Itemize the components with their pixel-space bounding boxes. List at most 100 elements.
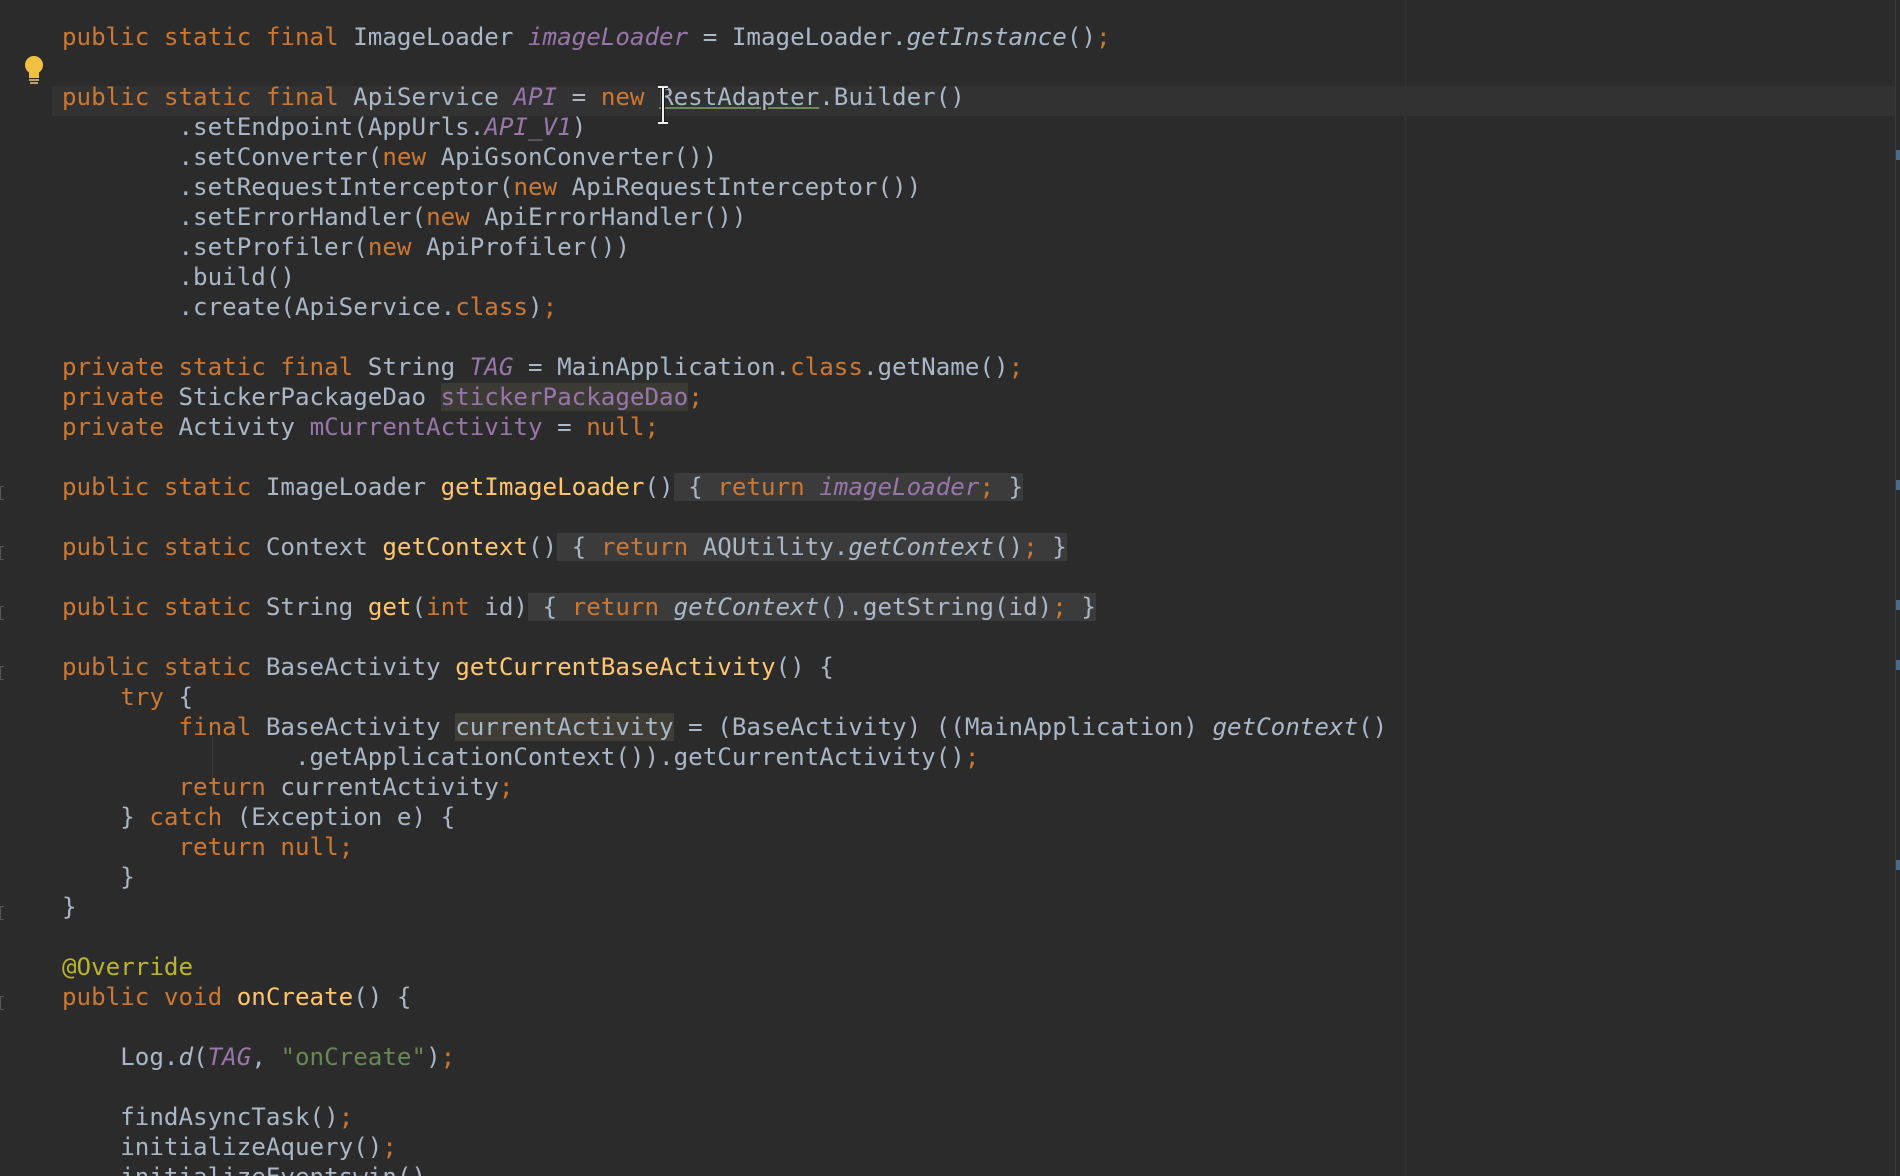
code-line-empty[interactable] [62, 622, 1402, 652]
fold-marker[interactable] [0, 906, 4, 920]
code-text: , [251, 1043, 281, 1071]
keyword: public static final [62, 23, 339, 51]
keyword: int [426, 593, 470, 621]
code-line[interactable]: final BaseActivity currentActivity = (Ba… [62, 712, 1402, 742]
code-text: () [994, 533, 1024, 561]
code-line[interactable]: return null; [62, 832, 1402, 862]
keyword: new [367, 233, 412, 261]
code-line[interactable]: return currentActivity; [62, 772, 1402, 802]
code-line[interactable]: .build() [62, 262, 1402, 292]
code-line[interactable]: .setProfiler(new ApiProfiler()) [62, 232, 1402, 262]
code-line[interactable]: public static final ImageLoader imageLoa… [62, 22, 1402, 52]
local-variable-highlight[interactable]: currentActivity [455, 713, 674, 741]
code-line-empty[interactable] [62, 322, 1402, 352]
code-text: ) [528, 293, 543, 321]
folded-brace[interactable]: { [528, 593, 572, 621]
code-line[interactable]: private static final String TAG = MainAp… [62, 352, 1402, 382]
code-line-empty[interactable] [62, 442, 1402, 472]
code-line[interactable]: .getApplicationContext()).getCurrentActi… [62, 742, 1402, 772]
static-field: API [513, 83, 558, 111]
scrollbar-marker[interactable] [1896, 860, 1900, 870]
unused-field-highlight[interactable]: stickerPackageDao [440, 383, 689, 411]
folded-brace[interactable]: { [557, 533, 601, 561]
scrollbar-marker[interactable] [1896, 600, 1900, 610]
folded-brace[interactable]: } [1037, 533, 1067, 561]
code-line-partial[interactable]: initializeEventswin() [62, 1162, 1402, 1176]
code-text: ( [411, 593, 427, 621]
code-text [804, 473, 820, 501]
code-line-empty[interactable] [62, 1012, 1402, 1042]
keyword: public static [62, 533, 252, 561]
folded-brace[interactable]: { [673, 473, 718, 501]
static-method-call: d [178, 1043, 194, 1071]
code-line[interactable]: findAsyncTask(); [62, 1102, 1402, 1132]
type-name: BaseActivity [251, 713, 456, 741]
static-field: TAG [469, 353, 514, 381]
vertical-scrollbar[interactable] [1895, 0, 1900, 1176]
folded-brace[interactable]: } [1066, 593, 1096, 621]
keyword: catch [149, 803, 223, 831]
fold-marker[interactable] [0, 666, 4, 680]
code-text [659, 593, 674, 621]
code-editor[interactable]: public static final ImageLoader imageLoa… [0, 0, 1900, 1176]
keyword: final [178, 713, 252, 741]
code-line[interactable]: .setErrorHandler(new ApiErrorHandler()) [62, 202, 1402, 232]
method-name: getImageLoader [440, 473, 645, 501]
code-line[interactable]: @Override [62, 952, 1402, 982]
code-line[interactable]: public void onCreate() { [62, 982, 1402, 1012]
keyword: public static final [62, 83, 339, 111]
code-line-current[interactable]: public static final ApiService API = new… [62, 82, 1402, 112]
code-line[interactable]: public static ImageLoader getImageLoader… [62, 472, 1402, 502]
type-name: BaseActivity [251, 653, 456, 681]
code-line[interactable]: .setConverter(new ApiGsonConverter()) [62, 142, 1402, 172]
folded-brace[interactable]: } [994, 473, 1024, 501]
code-text: initializeAquery() [62, 1133, 383, 1161]
code-line-empty[interactable] [62, 1072, 1402, 1102]
code-line[interactable]: initializeAquery(); [62, 1132, 1402, 1162]
code-line[interactable]: public static BaseActivity getCurrentBas… [62, 652, 1402, 682]
type-name: ImageLoader [338, 23, 528, 51]
scrollbar-marker[interactable] [1896, 660, 1900, 670]
code-line[interactable]: .setRequestInterceptor(new ApiRequestInt… [62, 172, 1402, 202]
code-area[interactable]: public static final ImageLoader imageLoa… [62, 22, 1402, 1176]
keyword: new [513, 173, 558, 201]
semicolon: ; [338, 833, 354, 861]
scrollbar-marker[interactable] [1896, 150, 1900, 160]
code-line[interactable]: public static String get(int id) { retur… [62, 592, 1402, 622]
code-text: .getName() [862, 353, 1009, 381]
code-line[interactable]: } [62, 892, 1402, 922]
code-line[interactable]: } [62, 862, 1402, 892]
code-line[interactable]: .setEndpoint(AppUrls.API_V1) [62, 112, 1402, 142]
method-name: onCreate [236, 983, 354, 1011]
code-line[interactable]: try { [62, 682, 1402, 712]
code-line[interactable]: private StickerPackageDao stickerPackage… [62, 382, 1402, 412]
code-line-empty[interactable] [62, 922, 1402, 952]
static-method-call: getContext [1212, 713, 1359, 741]
code-line[interactable]: private Activity mCurrentActivity = null… [62, 412, 1402, 442]
code-line[interactable]: .create(ApiService.class); [62, 292, 1402, 322]
code-text: AQUtility. [688, 533, 849, 561]
keyword: return [600, 533, 689, 561]
fold-marker[interactable] [0, 996, 4, 1010]
code-text: .getApplicationContext()).getCurrentActi… [62, 743, 965, 771]
code-text: .create(ApiService. [62, 293, 456, 321]
deprecated-class-name[interactable]: RestAdapter [659, 83, 819, 111]
fold-marker[interactable] [0, 606, 4, 620]
code-text: .setErrorHandler( [62, 203, 427, 231]
code-line[interactable]: } catch (Exception e) { [62, 802, 1402, 832]
code-line[interactable]: Log.d(TAG, "onCreate"); [62, 1042, 1402, 1072]
fold-marker[interactable] [0, 546, 4, 560]
editor-gutter[interactable] [0, 0, 52, 1176]
scrollbar-marker[interactable] [1896, 480, 1900, 490]
code-line-empty[interactable] [62, 562, 1402, 592]
code-line-empty[interactable] [62, 502, 1402, 532]
code-text: ) [571, 113, 587, 141]
intention-bulb-icon[interactable] [22, 54, 46, 86]
code-line[interactable]: public static Context getContext() { ret… [62, 532, 1402, 562]
code-text: ().getString(id) [819, 593, 1053, 621]
string-literal: "onCreate" [280, 1043, 427, 1071]
code-line-empty[interactable] [62, 52, 1402, 82]
fold-marker[interactable] [0, 486, 4, 500]
method-name: getContext [382, 533, 528, 561]
code-text: () [1358, 713, 1388, 741]
